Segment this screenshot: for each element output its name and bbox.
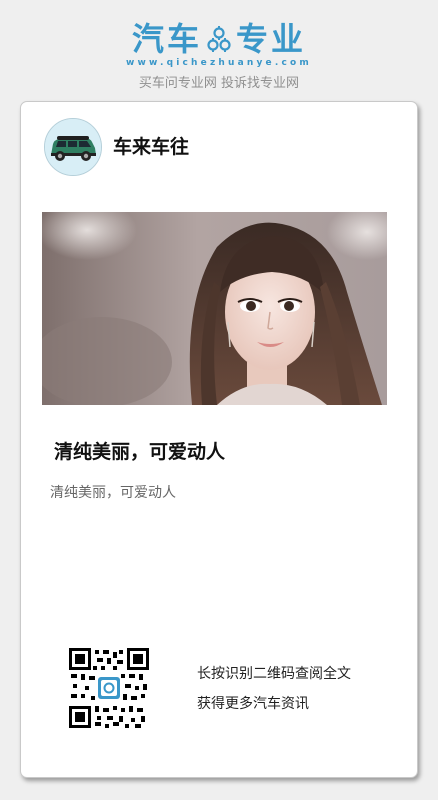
article-photo[interactable] bbox=[42, 212, 387, 405]
qr-hint-line-1: 长按识别二维码查阅全文 bbox=[197, 666, 351, 682]
site-logo[interactable]: 汽车 专业 bbox=[0, 22, 438, 56]
logo-text-left: 汽车 bbox=[131, 20, 202, 58]
qr-hint-line-2: 获得更多汽车资讯 bbox=[197, 696, 309, 712]
site-url[interactable]: www.qichezhuanye.com bbox=[0, 58, 438, 68]
avatar[interactable] bbox=[44, 118, 102, 176]
qr-code-icon[interactable] bbox=[69, 648, 149, 728]
article-title[interactable]: 清纯美丽，可爱动人 bbox=[54, 439, 225, 465]
article-summary: 清纯美丽，可爱动人 bbox=[50, 485, 176, 501]
logo-text-right: 专业 bbox=[236, 20, 307, 58]
share-card: 车来车往 清纯美丽，可爱动人 清纯美丽，可爱动人 长按识别二维码查阅全文 获得更… bbox=[20, 101, 418, 778]
gear-icon bbox=[207, 26, 231, 52]
author-name[interactable]: 车来车往 bbox=[113, 135, 189, 159]
green-minivan-icon bbox=[45, 119, 101, 175]
site-slogan: 买车问专业网 投诉找专业网 bbox=[138, 76, 300, 91]
